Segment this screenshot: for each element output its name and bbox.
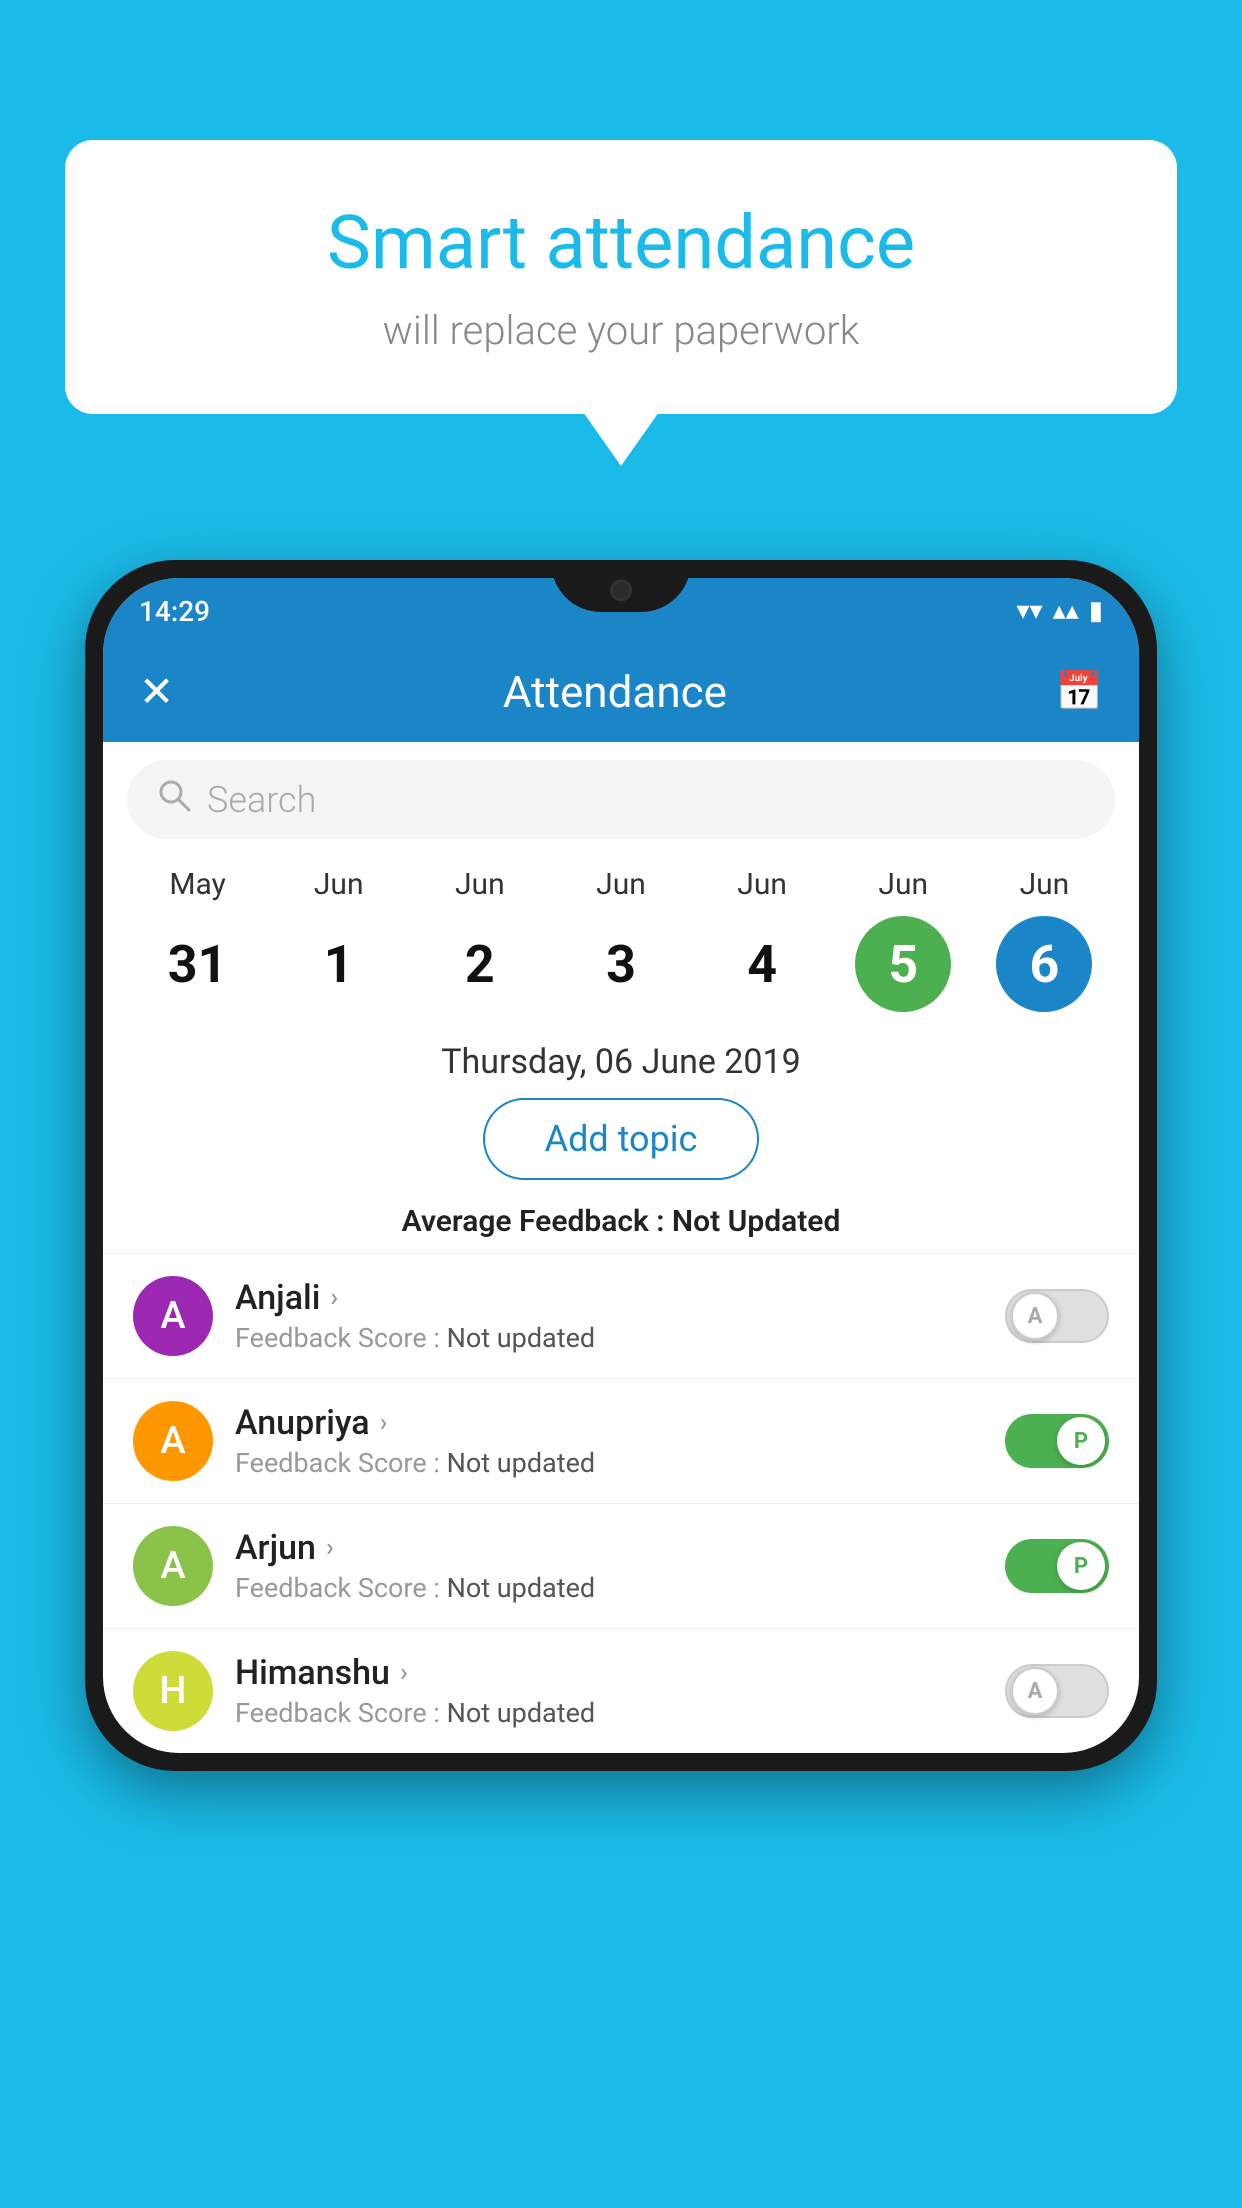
toggle-knob-0: A	[1011, 1292, 1059, 1340]
student-row-0[interactable]: A Anjali › Feedback Score : Not updated A	[103, 1253, 1139, 1378]
avatar-0: A	[133, 1276, 213, 1356]
calendar-icon[interactable]: 📅	[1056, 670, 1103, 714]
cal-date-4: 4	[714, 916, 810, 1012]
calendar-strip: May 31 Jun 1 Jun 2 Jun 3 Jun 4 Jun 5 Jun 6	[103, 857, 1139, 1012]
close-button[interactable]: ✕	[139, 667, 174, 717]
student-name-2: Arjun ›	[235, 1528, 983, 1568]
cal-day-4[interactable]: Jun 4	[702, 867, 822, 1012]
phone-wrapper: 14:29 ▾▾ ▴▴ ▮ ✕ Attendance 📅	[85, 560, 1157, 2208]
student-row-3[interactable]: H Himanshu › Feedback Score : Not updated A	[103, 1628, 1139, 1753]
add-topic-button[interactable]: Add topic	[483, 1098, 760, 1180]
cal-month-6: Jun	[1020, 867, 1070, 902]
student-row-2[interactable]: A Arjun › Feedback Score : Not updated P	[103, 1503, 1139, 1628]
cal-date-3: 3	[573, 916, 669, 1012]
selected-date-display: Thursday, 06 June 2019	[103, 1012, 1139, 1098]
speech-bubble: Smart attendance will replace your paper…	[65, 140, 1177, 414]
cal-date-1: 1	[291, 916, 387, 1012]
cal-month-2: Jun	[455, 867, 505, 902]
status-icons: ▾▾ ▴▴ ▮	[1016, 596, 1103, 626]
student-info-1: Anupriya › Feedback Score : Not updated	[235, 1403, 983, 1479]
page-title: Attendance	[503, 666, 727, 718]
chevron-right-icon: ›	[326, 1533, 334, 1563]
search-placeholder: Search	[207, 779, 316, 821]
chevron-right-icon: ›	[380, 1408, 388, 1438]
cal-day-6[interactable]: Jun 6	[984, 867, 1104, 1012]
chevron-right-icon: ›	[330, 1283, 338, 1313]
avatar-2: A	[133, 1526, 213, 1606]
student-row-1[interactable]: A Anupriya › Feedback Score : Not updated P	[103, 1378, 1139, 1503]
cal-day-5[interactable]: Jun 5	[843, 867, 963, 1012]
cal-date-2: 2	[432, 916, 528, 1012]
cal-date-0: 31	[150, 916, 246, 1012]
avatar-3: H	[133, 1651, 213, 1731]
phone-screen: 14:29 ▾▾ ▴▴ ▮ ✕ Attendance 📅	[103, 578, 1139, 1753]
toggle-knob-1: P	[1057, 1417, 1105, 1465]
toggle-knob-3: A	[1011, 1667, 1059, 1715]
student-info-3: Himanshu › Feedback Score : Not updated	[235, 1653, 983, 1729]
student-info-0: Anjali › Feedback Score : Not updated	[235, 1278, 983, 1354]
bubble-title: Smart attendance	[145, 200, 1097, 287]
feedback-score-2: Feedback Score : Not updated	[235, 1572, 983, 1604]
toggle-knob-2: P	[1057, 1542, 1105, 1590]
phone-outer: 14:29 ▾▾ ▴▴ ▮ ✕ Attendance 📅	[85, 560, 1157, 1771]
attendance-toggle-1[interactable]: P	[1005, 1414, 1109, 1468]
cal-month-3: Jun	[596, 867, 646, 902]
avg-feedback: Average Feedback : Not Updated	[103, 1204, 1139, 1253]
cal-day-2[interactable]: Jun 2	[420, 867, 540, 1012]
speech-bubble-container: Smart attendance will replace your paper…	[65, 140, 1177, 414]
cal-date-5: 5	[855, 916, 951, 1012]
feedback-score-1: Feedback Score : Not updated	[235, 1447, 983, 1479]
signal-icon: ▴▴	[1053, 596, 1079, 626]
student-list: AAnjali ›Feedback Score : Not updatedAAA…	[103, 1253, 1139, 1753]
battery-icon: ▮	[1089, 596, 1103, 626]
app-header: ✕ Attendance 📅	[103, 642, 1139, 742]
search-bar[interactable]: Search	[127, 760, 1115, 839]
cal-day-3[interactable]: Jun 3	[561, 867, 681, 1012]
bubble-subtitle: will replace your paperwork	[145, 307, 1097, 354]
chevron-right-icon: ›	[400, 1658, 408, 1688]
attendance-toggle-0[interactable]: A	[1005, 1289, 1109, 1343]
attendance-toggle-3[interactable]: A	[1005, 1664, 1109, 1718]
avg-feedback-label: Average Feedback :	[402, 1204, 665, 1239]
cal-day-0[interactable]: May 31	[138, 867, 258, 1012]
wifi-icon: ▾▾	[1016, 596, 1042, 626]
avg-feedback-value: Not Updated	[672, 1204, 840, 1239]
student-name-0: Anjali ›	[235, 1278, 983, 1318]
cal-month-4: Jun	[737, 867, 787, 902]
student-info-2: Arjun › Feedback Score : Not updated	[235, 1528, 983, 1604]
attendance-toggle-2[interactable]: P	[1005, 1539, 1109, 1593]
avatar-1: A	[133, 1401, 213, 1481]
student-name-3: Himanshu ›	[235, 1653, 983, 1693]
feedback-score-0: Feedback Score : Not updated	[235, 1322, 983, 1354]
cal-month-1: Jun	[314, 867, 364, 902]
cal-month-5: Jun	[878, 867, 928, 902]
cal-day-1[interactable]: Jun 1	[279, 867, 399, 1012]
feedback-score-3: Feedback Score : Not updated	[235, 1697, 983, 1729]
front-camera	[610, 579, 632, 601]
cal-date-6: 6	[996, 916, 1092, 1012]
cal-month-0: May	[169, 867, 225, 902]
search-icon	[157, 778, 191, 821]
student-name-1: Anupriya ›	[235, 1403, 983, 1443]
status-time: 14:29	[139, 595, 210, 628]
